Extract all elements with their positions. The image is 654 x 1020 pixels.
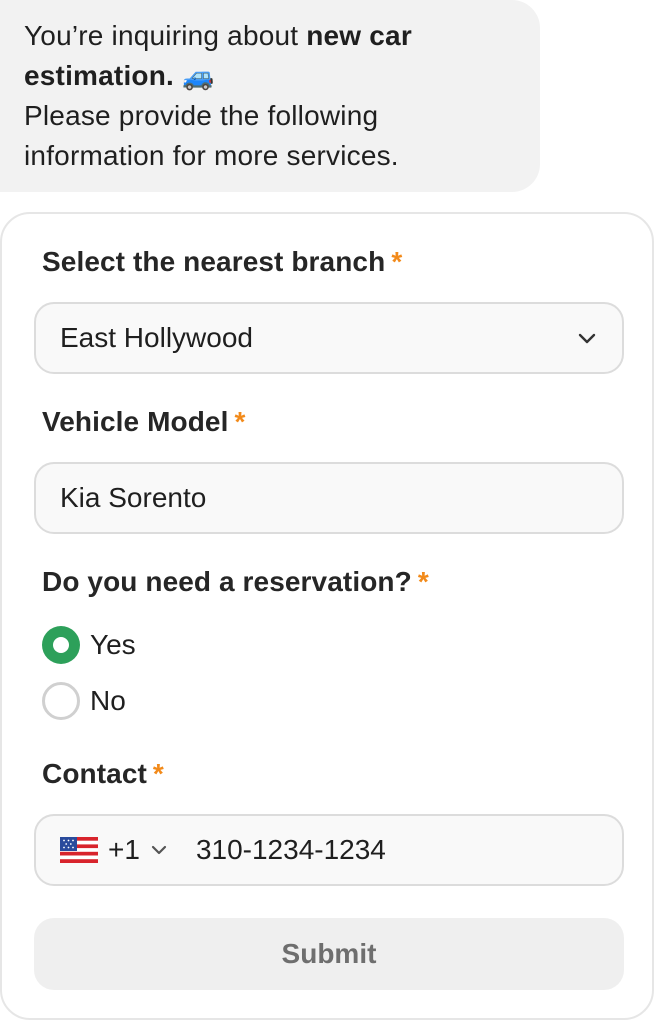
reservation-option-yes[interactable]: Yes <box>42 626 136 664</box>
form-card: Select the nearest branch * East Hollywoo… <box>0 212 654 1020</box>
contact-label: Contact * <box>42 758 164 789</box>
branch-label: Select the nearest branch * <box>42 246 403 277</box>
submit-button[interactable]: Submit <box>34 918 624 990</box>
required-mark: * <box>234 406 246 437</box>
branch-select[interactable]: East Hollywood <box>34 302 624 374</box>
required-mark: * <box>417 566 429 597</box>
vehicle-model-input[interactable]: Kia Sorento <box>34 462 624 534</box>
reservation-option-label: Yes <box>90 629 136 660</box>
required-mark: * <box>152 758 164 789</box>
message-line-2: estimation. 🚙 <box>24 60 215 91</box>
car-icon: 🚙 <box>182 61 215 91</box>
reservation-option-label: No <box>90 685 126 716</box>
chevron-down-icon <box>148 839 170 861</box>
reservation-option-no[interactable]: No <box>42 682 126 720</box>
radio-unselected-icon[interactable] <box>42 682 80 720</box>
chevron-down-icon <box>576 327 598 349</box>
message-bubble: You’re inquiring about new car estimatio… <box>0 0 540 192</box>
flag-us-icon <box>60 837 98 863</box>
reservation-label: Do you need a reservation? * <box>42 566 429 597</box>
phone-number-input[interactable]: 310-1234-1234 <box>196 834 386 866</box>
contact-phone-field: +1 310-1234-1234 <box>34 814 624 886</box>
message-line-3: Please provide the following <box>24 100 379 131</box>
country-code-select[interactable]: +1 <box>60 834 170 866</box>
required-mark: * <box>391 246 403 277</box>
message-line-4: information for more services. <box>24 140 399 171</box>
message-line-1: You’re inquiring about new car <box>24 20 412 51</box>
vehicle-model-label: Vehicle Model * <box>42 406 246 437</box>
country-code: +1 <box>108 834 140 865</box>
vehicle-model-value: Kia Sorento <box>60 482 207 513</box>
radio-selected-icon[interactable] <box>42 626 80 664</box>
branch-select-value: East Hollywood <box>60 322 253 353</box>
